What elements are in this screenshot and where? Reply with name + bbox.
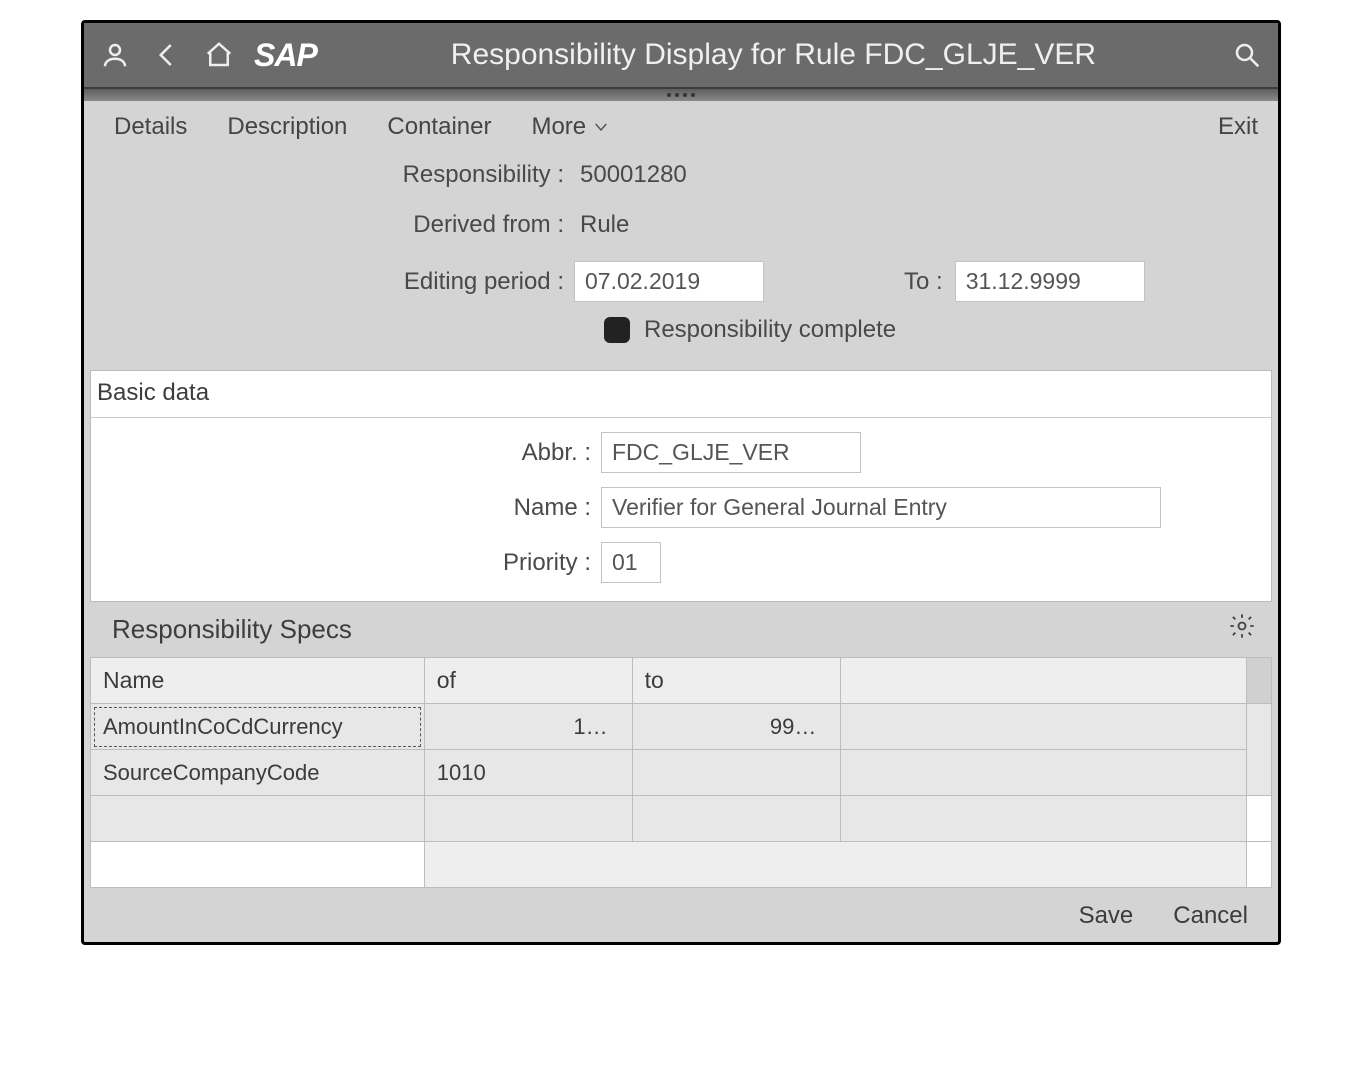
responsibility-complete-label: Responsibility complete <box>644 316 896 344</box>
menu-container[interactable]: Container <box>387 113 491 141</box>
col-name[interactable]: Name <box>91 658 425 704</box>
cell-to[interactable] <box>632 750 841 796</box>
cell-to[interactable]: 99… <box>632 704 841 750</box>
basic-data-title: Basic data <box>91 371 1271 418</box>
priority-label: Priority : <box>91 549 601 577</box>
editing-period-from[interactable]: 07.02.2019 <box>574 261 764 302</box>
col-of[interactable]: of <box>424 658 632 704</box>
responsibility-complete-checkbox[interactable] <box>604 317 630 343</box>
gear-icon[interactable] <box>1228 612 1256 647</box>
cell-of[interactable] <box>424 796 632 842</box>
sap-logo: SAP <box>254 37 317 74</box>
table-header-row: Name of to <box>91 658 1272 704</box>
table-row[interactable]: SourceCompanyCode 1010 <box>91 750 1272 796</box>
derived-from-value: Rule <box>574 211 629 239</box>
scrollbar-track[interactable] <box>1246 796 1271 842</box>
home-icon[interactable] <box>202 38 236 72</box>
name-label: Name : <box>91 494 601 522</box>
table-row-spacer <box>91 842 1272 888</box>
user-icon[interactable] <box>98 38 132 72</box>
cell-name[interactable]: AmountInCoCdCurrency <box>91 704 425 750</box>
menubar: Details Description Container More Exit <box>84 101 1278 151</box>
footer: Save Cancel <box>84 888 1278 942</box>
cancel-button[interactable]: Cancel <box>1173 902 1248 930</box>
name-field[interactable]: Verifier for General Journal Entry <box>601 487 1161 528</box>
cell-blank <box>841 704 1247 750</box>
responsibility-label: Responsibility : <box>104 161 574 189</box>
editing-period-to[interactable]: 31.12.9999 <box>955 261 1145 302</box>
table-row[interactable] <box>91 796 1272 842</box>
page-title: Responsibility Display for Rule FDC_GLJE… <box>335 38 1212 72</box>
col-blank <box>841 658 1247 704</box>
titlebar: SAP Responsibility Display for Rule FDC_… <box>84 23 1278 89</box>
col-to[interactable]: to <box>632 658 841 704</box>
cell-name[interactable] <box>91 796 425 842</box>
save-button[interactable]: Save <box>1079 902 1134 930</box>
cell-of[interactable]: 1010 <box>424 750 632 796</box>
cell-blank <box>841 750 1247 796</box>
cell-of[interactable]: 1… <box>424 704 632 750</box>
scrollbar-thumb[interactable] <box>1246 704 1271 796</box>
table-row[interactable]: AmountInCoCdCurrency 1… 99… <box>91 704 1272 750</box>
specs-title: Responsibility Specs <box>112 614 352 645</box>
editing-period-label: Editing period : <box>104 268 574 296</box>
cell-name[interactable]: SourceCompanyCode <box>91 750 425 796</box>
specs-table: Name of to AmountInCoCdCurrency 1… 99… S… <box>90 657 1272 888</box>
menu-description[interactable]: Description <box>227 113 347 141</box>
editing-period-to-label: To : <box>764 268 955 296</box>
app-window: SAP Responsibility Display for Rule FDC_… <box>81 20 1281 945</box>
priority-field[interactable]: 01 <box>601 542 661 583</box>
menu-exit[interactable]: Exit <box>1218 113 1258 141</box>
drag-handle[interactable] <box>84 89 1278 101</box>
basic-data-panel: Basic data Abbr. : FDC_GLJE_VER Name : V… <box>90 370 1272 602</box>
abbr-label: Abbr. : <box>91 439 601 467</box>
specs-header: Responsibility Specs <box>90 602 1272 657</box>
menu-details[interactable]: Details <box>114 113 187 141</box>
abbr-field[interactable]: FDC_GLJE_VER <box>601 432 861 473</box>
menu-more-label: More <box>531 113 586 141</box>
cell-to[interactable] <box>632 796 841 842</box>
scrollbar-track-head <box>1246 658 1271 704</box>
chevron-down-icon <box>592 118 610 136</box>
search-icon[interactable] <box>1230 38 1264 72</box>
back-icon[interactable] <box>150 38 184 72</box>
cell-blank <box>841 796 1247 842</box>
responsibility-value: 50001280 <box>574 161 687 189</box>
menu-more[interactable]: More <box>531 113 610 141</box>
header-form: Responsibility : 50001280 Derived from :… <box>84 151 1278 356</box>
derived-from-label: Derived from : <box>104 211 574 239</box>
